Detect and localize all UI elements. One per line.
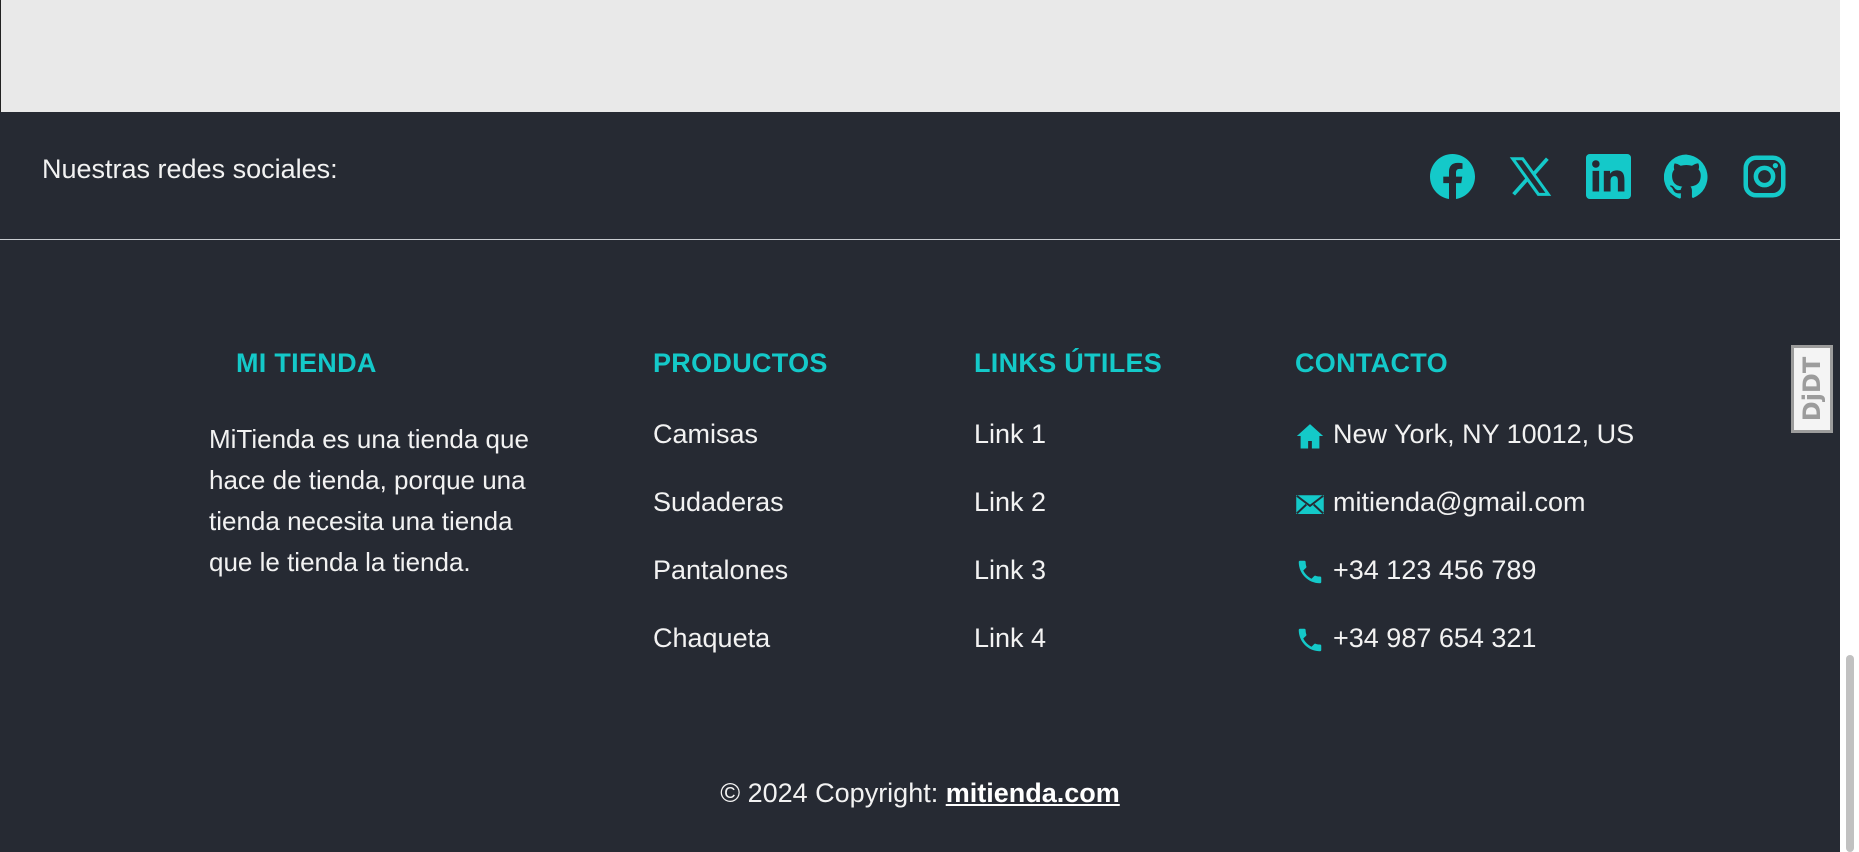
linkedin-icon[interactable] <box>1586 154 1631 199</box>
instagram-icon[interactable] <box>1742 154 1787 199</box>
links-title: LINKS ÚTILES <box>974 348 1163 378</box>
github-icon[interactable] <box>1664 154 1709 199</box>
useful-link-2[interactable]: Link 2 <box>974 487 1046 517</box>
contact-email: mitienda@gmail.com <box>1295 487 1634 555</box>
list-item: Link 2 <box>974 487 1162 555</box>
home-icon <box>1295 421 1325 451</box>
list-item: Pantalones <box>653 555 828 623</box>
phone-text-2: +34 987 654 321 <box>1333 623 1537 653</box>
scrollbar[interactable] <box>1840 0 1859 852</box>
scrollbar-thumb[interactable] <box>1846 655 1854 852</box>
list-item: Link 3 <box>974 555 1162 623</box>
contact-phone-1: +34 123 456 789 <box>1295 555 1634 623</box>
contact-title: CONTACTO <box>1295 348 1448 378</box>
products-list: Camisas Sudaderas Pantalones Chaqueta <box>653 419 828 691</box>
phone-icon <box>1295 625 1325 655</box>
copyright: © 2024 Copyright: mitienda.com <box>0 778 1840 809</box>
email-text: mitienda@gmail.com <box>1333 487 1586 517</box>
contact-address: New York, NY 10012, US <box>1295 419 1634 487</box>
djdt-label: DjDT <box>1798 356 1827 422</box>
contact-column: CONTACTO New York, NY 10012, US mitienda… <box>1295 348 1634 691</box>
phone-icon <box>1295 557 1325 587</box>
facebook-icon[interactable] <box>1430 154 1475 199</box>
copyright-text: © 2024 Copyright: <box>720 778 946 808</box>
list-item: Link 1 <box>974 419 1162 487</box>
social-label: Nuestras redes sociales: <box>42 154 338 184</box>
list-item: Link 4 <box>974 623 1162 691</box>
links-list: Link 1 Link 2 Link 3 Link 4 <box>974 419 1162 691</box>
x-icon[interactable] <box>1508 154 1553 199</box>
social-bar: Nuestras redes sociales: <box>0 112 1840 240</box>
about-text: MiTienda es una tienda que hace de tiend… <box>209 424 529 577</box>
about-column: MI TIENDA MiTienda es una tienda que hac… <box>209 348 554 583</box>
phone-text-1: +34 123 456 789 <box>1333 555 1537 585</box>
list-item: Chaqueta <box>653 623 828 691</box>
links-column: LINKS ÚTILES Link 1 Link 2 Link 3 Link 4 <box>974 348 1162 691</box>
products-title: PRODUCTOS <box>653 348 828 378</box>
product-link-pantalones[interactable]: Pantalones <box>653 555 788 585</box>
product-link-camisas[interactable]: Camisas <box>653 419 758 449</box>
django-debug-toolbar-handle[interactable]: DjDT <box>1791 345 1833 433</box>
social-icons <box>1430 154 1787 199</box>
contact-list: New York, NY 10012, US mitienda@gmail.co… <box>1295 419 1634 691</box>
list-item: Camisas <box>653 419 828 487</box>
useful-link-4[interactable]: Link 4 <box>974 623 1046 653</box>
copyright-link[interactable]: mitienda.com <box>946 778 1120 808</box>
list-item: Sudaderas <box>653 487 828 555</box>
address-text: New York, NY 10012, US <box>1333 419 1635 449</box>
product-link-sudaderas[interactable]: Sudaderas <box>653 487 784 517</box>
page-content-area <box>0 0 1841 112</box>
envelope-icon <box>1295 489 1325 519</box>
useful-link-3[interactable]: Link 3 <box>974 555 1046 585</box>
contact-phone-2: +34 987 654 321 <box>1295 623 1634 691</box>
products-column: PRODUCTOS Camisas Sudaderas Pantalones C… <box>653 348 828 691</box>
useful-link-1[interactable]: Link 1 <box>974 419 1046 449</box>
product-link-chaqueta[interactable]: Chaqueta <box>653 623 770 653</box>
footer: Nuestras redes sociales: MI TIENDA MiTie… <box>0 112 1840 852</box>
about-title: MI TIENDA <box>236 348 377 378</box>
